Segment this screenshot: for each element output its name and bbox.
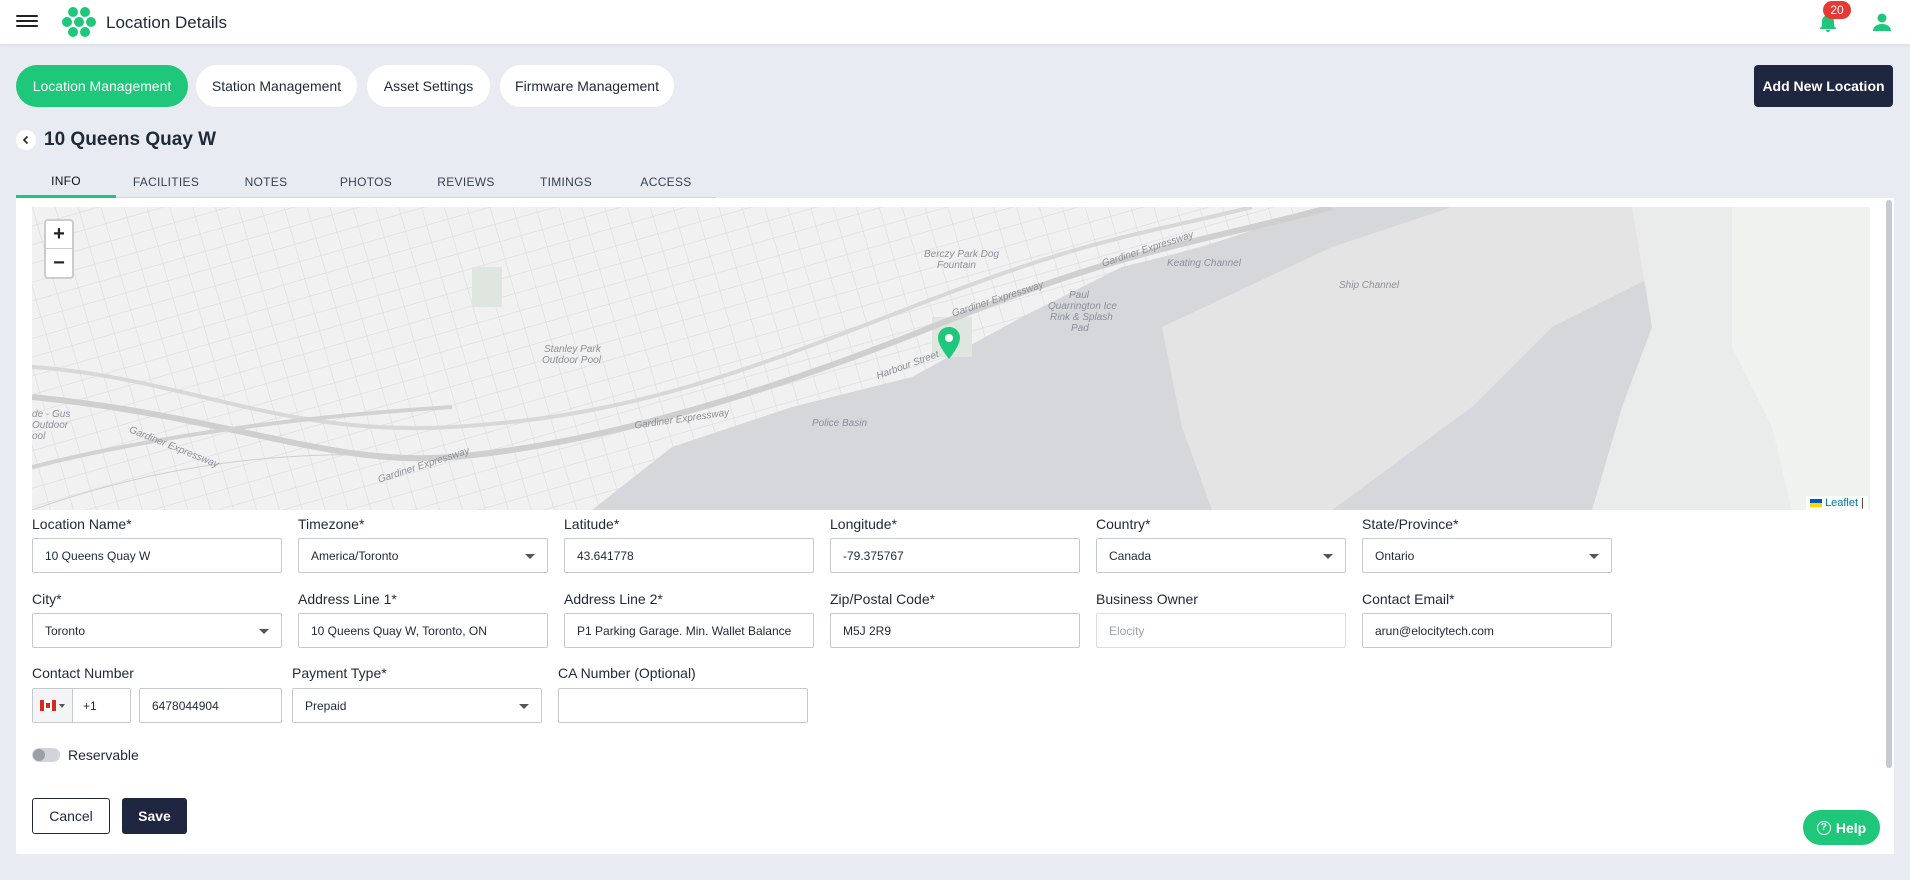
chevron-down-icon	[1589, 554, 1599, 559]
chevron-down-icon	[519, 704, 529, 709]
chevron-down-icon	[59, 703, 65, 708]
map-label: Quarrington Ice	[1048, 301, 1117, 312]
map-label: Ship Channel	[1339, 280, 1400, 291]
map-zoom-control: + −	[44, 219, 74, 279]
app-title: Location Details	[106, 13, 227, 32]
user-account-icon[interactable]	[1870, 10, 1894, 34]
reservable-toggle[interactable]	[32, 748, 60, 762]
city-select[interactable]: Toronto	[32, 613, 282, 648]
tab-asset-settings[interactable]: Asset Settings	[367, 65, 490, 107]
payment-type-label: Payment Type*	[292, 665, 387, 681]
timezone-value: America/Toronto	[311, 548, 399, 563]
contact-number-input[interactable]: 6478044904	[139, 688, 282, 723]
address-line-1-label: Address Line 1*	[298, 591, 397, 607]
zip-code-label: Zip/Postal Code*	[830, 591, 936, 607]
reservable-label: Reservable	[68, 747, 139, 763]
payment-type-select[interactable]: Prepaid	[292, 688, 542, 723]
leaflet-link[interactable]: Leaflet	[1825, 497, 1858, 509]
address-line-2-input[interactable]: P1 Parking Garage. Min. Wallet Balance	[564, 613, 814, 648]
subtab-reviews[interactable]: REVIEWS	[416, 166, 516, 198]
canada-flag-icon	[40, 700, 56, 711]
zip-code-input[interactable]: M5J 2R9	[830, 613, 1080, 648]
map-label: Berczy Park Dog	[924, 249, 1000, 260]
state-value: Ontario	[1375, 548, 1415, 563]
tab-location-management[interactable]: Location Management	[16, 65, 188, 107]
cancel-button[interactable]: Cancel	[32, 798, 110, 834]
contact-number-label: Contact Number	[32, 665, 134, 681]
chevron-down-icon	[525, 554, 535, 559]
location-name-label: Location Name*	[32, 516, 132, 532]
map-label: Keating Channel	[1167, 258, 1241, 269]
map-label: de - Gus	[32, 409, 71, 420]
page-title: 10 Queens Quay W	[44, 129, 217, 150]
map-label: Outdoor Pool	[542, 355, 601, 366]
state-select[interactable]: Ontario	[1362, 538, 1612, 573]
top-bar: Location Details 20	[0, 0, 1910, 44]
ca-number-label: CA Number (Optional)	[558, 665, 696, 681]
chevron-down-icon	[1323, 554, 1333, 559]
hamburger-menu-icon[interactable]	[16, 12, 38, 32]
contact-email-input[interactable]: arun@elocitytech.com	[1362, 613, 1612, 648]
map-label: Paul	[1069, 290, 1090, 301]
map-label: Stanley Park	[544, 344, 601, 355]
city-label: City*	[32, 591, 62, 607]
map-label: Outdoor	[32, 420, 69, 431]
save-button[interactable]: Save	[122, 798, 187, 834]
app-logo	[62, 7, 96, 37]
tab-firmware-management[interactable]: Firmware Management	[500, 65, 674, 107]
subtab-facilities[interactable]: FACILITIES	[116, 166, 216, 198]
tab-station-management[interactable]: Station Management	[196, 65, 357, 107]
scrollbar[interactable]	[1886, 200, 1892, 768]
map-attribution[interactable]: Leaflet |	[1806, 496, 1868, 510]
country-value: Canada	[1109, 548, 1152, 563]
map-label: ool	[32, 431, 46, 442]
attribution-separator: |	[1861, 497, 1864, 509]
subtab-info[interactable]: INFO	[16, 166, 116, 198]
country-code-value: +1	[83, 698, 97, 713]
country-select[interactable]: Canada	[1096, 538, 1346, 573]
subtab-photos[interactable]: PHOTOS	[316, 166, 416, 198]
zoom-in-button[interactable]: +	[46, 221, 72, 249]
state-label: State/Province*	[1362, 516, 1459, 532]
location-name-input[interactable]: 10 Queens Quay W	[32, 538, 282, 573]
help-icon: ?	[1816, 820, 1831, 835]
timezone-select[interactable]: America/Toronto	[298, 538, 548, 573]
business-owner-input[interactable]: Elocity	[1096, 613, 1346, 648]
help-label: Help	[1835, 819, 1867, 836]
chevron-left-icon	[22, 135, 29, 145]
help-button[interactable]: ? Help	[1803, 810, 1880, 845]
subtab-access[interactable]: ACCESS	[616, 166, 716, 198]
map-label: Police Basin	[812, 418, 868, 429]
business-owner-label: Business Owner	[1096, 591, 1198, 607]
sub-tabs: INFO FACILITIES NOTES PHOTOS REVIEWS TIM…	[16, 166, 716, 198]
map-label: Rink & Splash	[1050, 312, 1113, 323]
address-line-1-input[interactable]: 10 Queens Quay W, Toronto, ON	[298, 613, 548, 648]
chevron-down-icon	[259, 629, 269, 634]
payment-type-value: Prepaid	[305, 698, 347, 713]
map-pin-icon[interactable]	[937, 327, 961, 359]
country-label: Country*	[1096, 516, 1151, 532]
longitude-label: Longitude*	[830, 516, 897, 532]
zoom-out-button[interactable]: −	[46, 249, 72, 277]
country-flag-dropdown[interactable]	[33, 689, 73, 722]
latitude-input[interactable]: 43.641778	[564, 538, 814, 573]
timezone-label: Timezone*	[298, 516, 365, 532]
contact-email-label: Contact Email*	[1362, 591, 1455, 607]
notification-badge: 20	[1823, 1, 1851, 19]
subtab-timings[interactable]: TIMINGS	[516, 166, 616, 198]
map-label: Fountain	[937, 260, 976, 271]
add-new-location-button[interactable]: Add New Location	[1754, 65, 1893, 107]
city-value: Toronto	[45, 623, 86, 638]
map-label: Pad	[1071, 323, 1089, 334]
ca-number-input[interactable]	[558, 688, 808, 723]
latitude-label: Latitude*	[564, 516, 620, 532]
country-code-selector[interactable]: +1	[32, 688, 131, 723]
ukraine-flag-icon	[1810, 499, 1822, 507]
address-line-2-label: Address Line 2*	[564, 591, 663, 607]
longitude-input[interactable]: -79.375767	[830, 538, 1080, 573]
subtab-notes[interactable]: NOTES	[216, 166, 316, 198]
back-button[interactable]	[16, 130, 36, 150]
